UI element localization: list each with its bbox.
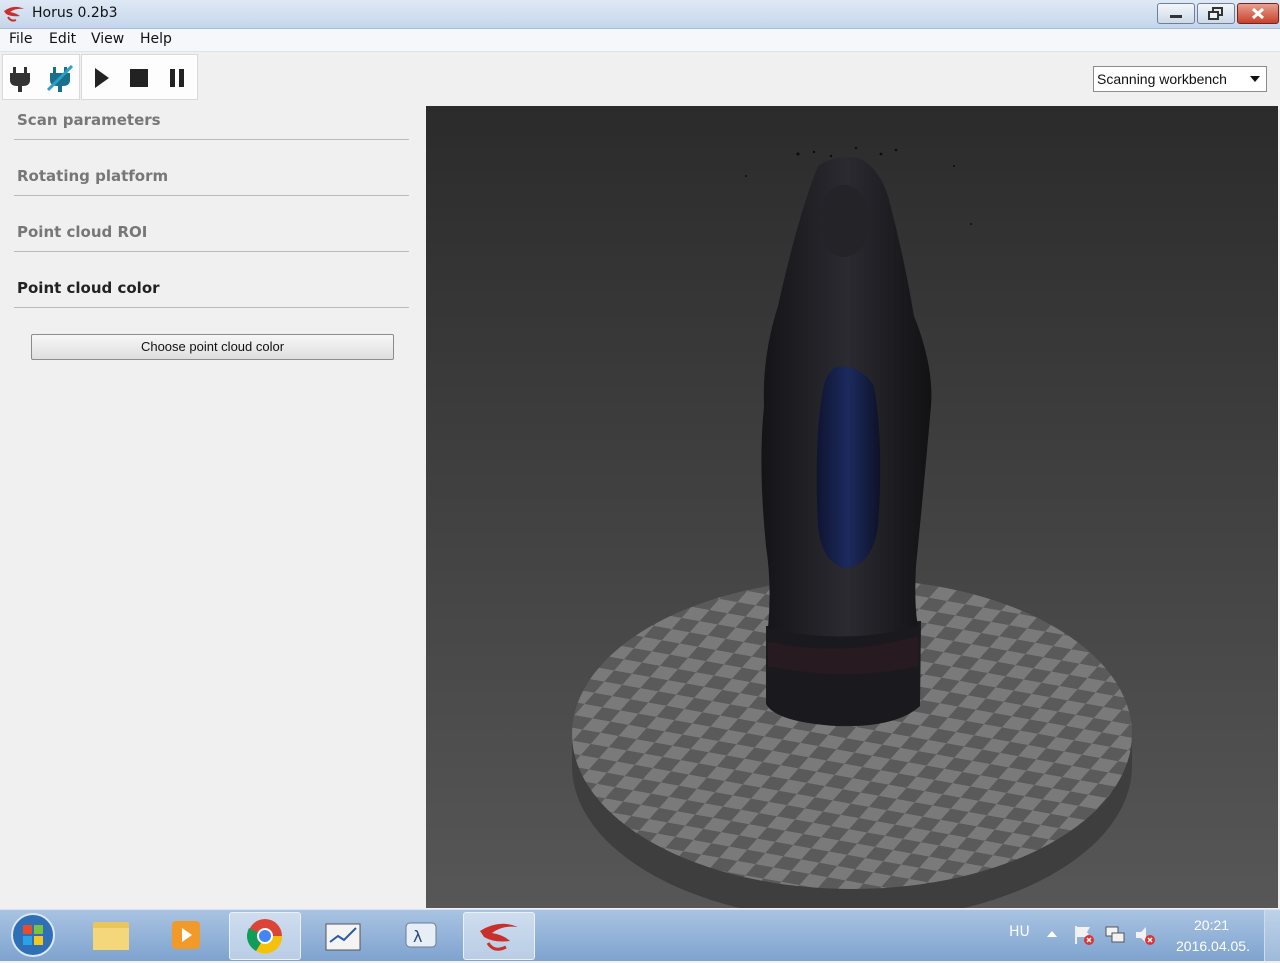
taskbar-whiteboard[interactable]: [308, 912, 378, 958]
workbench-select[interactable]: Scanning workbench: [1093, 66, 1267, 92]
tray-expand-icon[interactable]: [1046, 928, 1058, 940]
minimize-icon: [1170, 15, 1182, 18]
clock-time[interactable]: 20:21: [1194, 917, 1229, 933]
close-button[interactable]: [1237, 3, 1279, 24]
horus-eye-icon: [4, 6, 24, 22]
menu-edit[interactable]: Edit: [47, 31, 78, 47]
connect-plug-icon[interactable]: [5, 63, 35, 93]
connection-toolbar-group: [2, 54, 80, 100]
chevron-down-icon: [1250, 76, 1260, 82]
stop-icon[interactable]: [124, 63, 154, 93]
pause-icon[interactable]: [162, 63, 192, 93]
menu-help[interactable]: Help: [138, 31, 174, 47]
whiteboard-icon: [325, 923, 361, 951]
divider: [14, 139, 409, 140]
action-center-flag-icon[interactable]: [1072, 923, 1096, 947]
divider: [14, 307, 409, 308]
menu-bar: File Edit View Help: [0, 29, 1280, 52]
restore-button[interactable]: [1197, 3, 1235, 24]
network-icon[interactable]: [1103, 923, 1127, 947]
disconnect-plug-icon[interactable]: [45, 63, 75, 93]
section-scan-parameters[interactable]: Scan parameters: [17, 111, 161, 129]
chrome-icon: [247, 919, 283, 954]
scan-control-toolbar-group: [81, 54, 198, 100]
language-indicator[interactable]: HU: [1009, 924, 1030, 940]
horus-app-icon: [480, 923, 518, 951]
taskbar: λ HU 20:21 2016.04.05.: [0, 909, 1280, 961]
clock-date[interactable]: 2016.04.05.: [1176, 938, 1250, 954]
window-title: Horus 0.2b3: [32, 5, 118, 21]
control-panel: Scan parameters Rotating platform Point …: [0, 100, 425, 908]
file-explorer-icon: [93, 922, 129, 950]
show-desktop-button[interactable]: [1264, 910, 1280, 961]
restore-icon: [1208, 7, 1223, 20]
title-bar: Horus 0.2b3: [0, 0, 1280, 29]
section-point-cloud-roi[interactable]: Point cloud ROI: [17, 223, 147, 241]
windows-start-icon[interactable]: [8, 912, 58, 958]
divider: [14, 195, 409, 196]
volume-muted-icon[interactable]: [1133, 923, 1157, 947]
taskbar-lambda-app[interactable]: λ: [386, 912, 456, 958]
toolbar: [0, 52, 1280, 100]
workbench-value: Scanning workbench: [1097, 71, 1227, 87]
section-rotating-platform[interactable]: Rotating platform: [17, 167, 168, 185]
minimize-button[interactable]: [1157, 3, 1195, 24]
close-icon: [1251, 7, 1265, 20]
statue-robe: [816, 366, 881, 568]
divider: [14, 251, 409, 252]
taskbar-horus[interactable]: [463, 912, 535, 960]
taskbar-media-player[interactable]: [150, 912, 220, 958]
play-icon[interactable]: [86, 63, 116, 93]
menu-file[interactable]: File: [7, 31, 34, 47]
scene-render: [572, 146, 1132, 908]
taskbar-file-explorer[interactable]: [76, 912, 146, 958]
media-player-icon: [172, 921, 200, 949]
menu-view[interactable]: View: [89, 31, 126, 47]
taskbar-chrome[interactable]: [229, 912, 301, 960]
section-point-cloud-color[interactable]: Point cloud color: [17, 279, 160, 297]
choose-point-cloud-color-button[interactable]: Choose point cloud color: [31, 334, 394, 360]
svg-text:λ: λ: [413, 927, 422, 946]
lambda-app-icon: λ: [405, 922, 437, 948]
3d-viewport[interactable]: [426, 106, 1278, 908]
